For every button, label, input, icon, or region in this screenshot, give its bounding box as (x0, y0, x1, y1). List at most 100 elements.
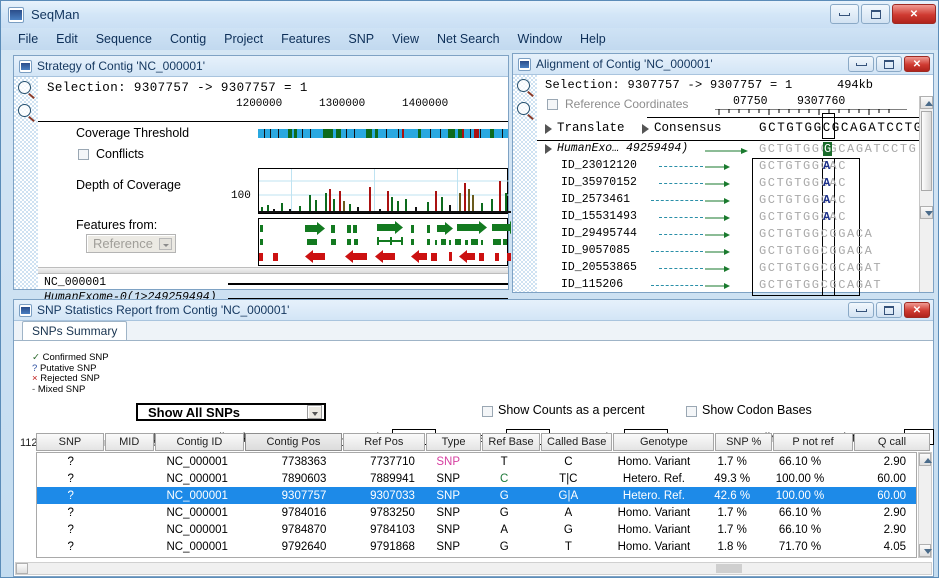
alignment-dots-tool-icon[interactable] (514, 244, 536, 266)
alignment-forbid-tool-icon[interactable] (514, 221, 536, 243)
column-header-mid[interactable]: MID (104, 433, 154, 451)
column-header-ref-pos[interactable]: Ref Pos (342, 433, 426, 451)
read-row-sequence: GCTGTGGCAC (759, 159, 848, 173)
show-codon-bases-label: Show Codon Bases (702, 403, 812, 417)
translate-expander-icon[interactable] (545, 124, 552, 134)
table-row[interactable]: ? NC_000001 7890603 7889941 SNP C T|C He… (37, 470, 916, 487)
show-codon-bases-checkbox[interactable] (686, 406, 697, 417)
alignment-move-tool-icon[interactable] (514, 267, 536, 289)
reference-row-name: HumanExo… 49259494) (557, 142, 689, 155)
cell-contig-pos: 7890603 (281, 472, 327, 485)
snp-table-horizontal-scrollbar[interactable] (15, 562, 932, 575)
reference-dropdown[interactable]: Reference (86, 234, 176, 253)
main-window-buttons: ✕ (830, 4, 936, 24)
reference-coordinates-label: Reference Coordinates (565, 97, 689, 111)
minimize-button[interactable] (830, 4, 859, 24)
read-row-gap-line (659, 268, 703, 269)
maximize-button[interactable] (861, 4, 890, 24)
snp-filter-dropdown[interactable]: Show All SNPs (136, 403, 326, 421)
consensus-expander-icon[interactable] (642, 124, 649, 134)
table-row[interactable]: ? NC_000001 9307757 9307033 SNP G G|A He… (37, 487, 916, 504)
column-header-contig-pos[interactable]: Contig Pos (245, 433, 342, 451)
snp-titlebar: SNP Statistics Report from Contig 'NC_00… (14, 300, 933, 321)
scroll-up-arrow-icon[interactable] (920, 96, 933, 109)
column-header-ref-base[interactable]: Ref Base (482, 433, 540, 451)
column-header-snp-percent[interactable]: SNP % (715, 433, 773, 451)
alignment-zoom-in-tool-icon[interactable] (514, 76, 536, 98)
snp-table-vertical-scrollbar[interactable] (918, 452, 932, 558)
contig-name-label: NC_000001 (44, 276, 107, 289)
conflicts-checkbox[interactable] (78, 149, 89, 160)
column-header-contig-id[interactable]: Contig ID (154, 433, 245, 451)
menu-window[interactable]: Window (509, 30, 571, 48)
menu-file[interactable]: File (9, 30, 47, 48)
read-row[interactable]: ID_15531493 GCTGTGGCAC A (537, 209, 933, 226)
snp-filter-value: Show All SNPs (148, 404, 240, 420)
alignment-maximize-button[interactable] (876, 56, 902, 72)
tab-snps-summary[interactable]: SNPs Summary (22, 321, 128, 340)
read-row[interactable]: ID_29495744 GCTGTGGCGGACA (537, 226, 933, 243)
snp-close-button[interactable]: ✕ (904, 302, 930, 318)
reference-row-expander-icon[interactable] (545, 144, 552, 154)
info-tool-icon[interactable] (15, 207, 37, 229)
snp-minimize-button[interactable] (848, 302, 874, 318)
confirmed-snp-glyph: ✓ (32, 352, 40, 363)
menu-features[interactable]: Features (272, 30, 339, 48)
snp-hscroll-grip[interactable] (716, 564, 742, 573)
cell-ref-base: G (499, 489, 509, 502)
snp-scroll-down-arrow-icon[interactable] (919, 544, 932, 557)
alignment-arrow-tool-icon[interactable] (514, 175, 536, 197)
column-header-q-call[interactable]: Q call (853, 433, 930, 451)
column-header-p-not-ref[interactable]: P not ref (773, 433, 853, 451)
zoom-in-tool-icon[interactable] (15, 78, 37, 100)
read-row[interactable]: ID_115206 GCTGTGGCGCAGAT (537, 277, 933, 294)
alignment-scroll-thumb[interactable] (921, 111, 932, 191)
table-row[interactable]: ? NC_000001 10229044 10228249 SNP C A Ho… (37, 555, 916, 559)
menu-contig[interactable]: Contig (161, 30, 215, 48)
column-header-snp[interactable]: SNP (36, 433, 104, 451)
read-row[interactable]: ID_9057085 GCTGTGGCGGACA (537, 243, 933, 260)
scroll-down-arrow-icon[interactable] (920, 206, 933, 219)
cell-called-base: A (533, 558, 604, 559)
alignment-close-button[interactable]: ✕ (904, 56, 930, 72)
column-header-type[interactable]: Type (426, 433, 482, 451)
read-row[interactable]: ID_23012120 GCTGTGGCAC A (537, 158, 933, 175)
cell-called-base: T (564, 540, 572, 553)
table-row[interactable]: ? NC_000001 9784016 9783250 SNP G A Homo… (37, 504, 916, 521)
read-row[interactable]: ID_20553865 GCTGTGGCGCAGAT (537, 260, 933, 277)
alignment-minimize-button[interactable] (848, 56, 874, 72)
cell-snp-percent: 49.3 % (714, 472, 751, 485)
coverage-threshold-label: Coverage Threshold (76, 126, 190, 140)
menu-net-search[interactable]: Net Search (428, 30, 509, 48)
zoom-out-tool-icon[interactable] (15, 101, 37, 123)
hand-tool-icon[interactable] (15, 161, 37, 183)
menu-snp[interactable]: SNP (339, 30, 383, 48)
column-header-called-base[interactable]: Called Base (540, 433, 613, 451)
snp-scroll-left-arrow-icon[interactable] (16, 563, 28, 574)
show-counts-percent-checkbox[interactable] (482, 406, 493, 417)
snp-scroll-up-arrow-icon[interactable] (919, 453, 932, 466)
menu-sequence[interactable]: Sequence (87, 30, 161, 48)
alignment-vertical-scrollbar[interactable] (919, 96, 933, 292)
menu-help[interactable]: Help (571, 30, 615, 48)
table-row[interactable]: ? NC_000001 9784870 9784103 SNP A G Homo… (37, 521, 916, 538)
menu-edit[interactable]: Edit (47, 30, 87, 48)
alignment-select-tool-icon[interactable] (514, 129, 536, 151)
alignment-ruler-tool-icon[interactable] (514, 152, 536, 174)
close-button[interactable]: ✕ (892, 4, 936, 24)
snp-maximize-button[interactable] (876, 302, 902, 318)
select-tool-icon[interactable] (15, 131, 37, 153)
cell-snp: ? (67, 455, 74, 468)
reference-coordinates-checkbox[interactable] (547, 99, 558, 110)
menu-view[interactable]: View (383, 30, 428, 48)
table-row[interactable]: ? NC_000001 9792640 9791868 SNP G T Homo… (37, 538, 916, 555)
menu-project[interactable]: Project (215, 30, 272, 48)
alignment-circle-tool-icon[interactable] (514, 198, 536, 220)
alignment-zoom-out-tool-icon[interactable] (514, 99, 536, 121)
read-row[interactable]: ID_35970152 GCTGTGGCAC A (537, 175, 933, 192)
column-header-genotype[interactable]: Genotype (613, 433, 715, 451)
putative-snp-glyph: ? (32, 362, 38, 374)
table-row[interactable]: ? NC_000001 7738363 7737710 SNP T C Homo… (37, 453, 916, 470)
edit-tool-icon[interactable] (15, 184, 37, 206)
read-row[interactable]: ID_2573461 GCTGTGGCAC A (537, 192, 933, 209)
